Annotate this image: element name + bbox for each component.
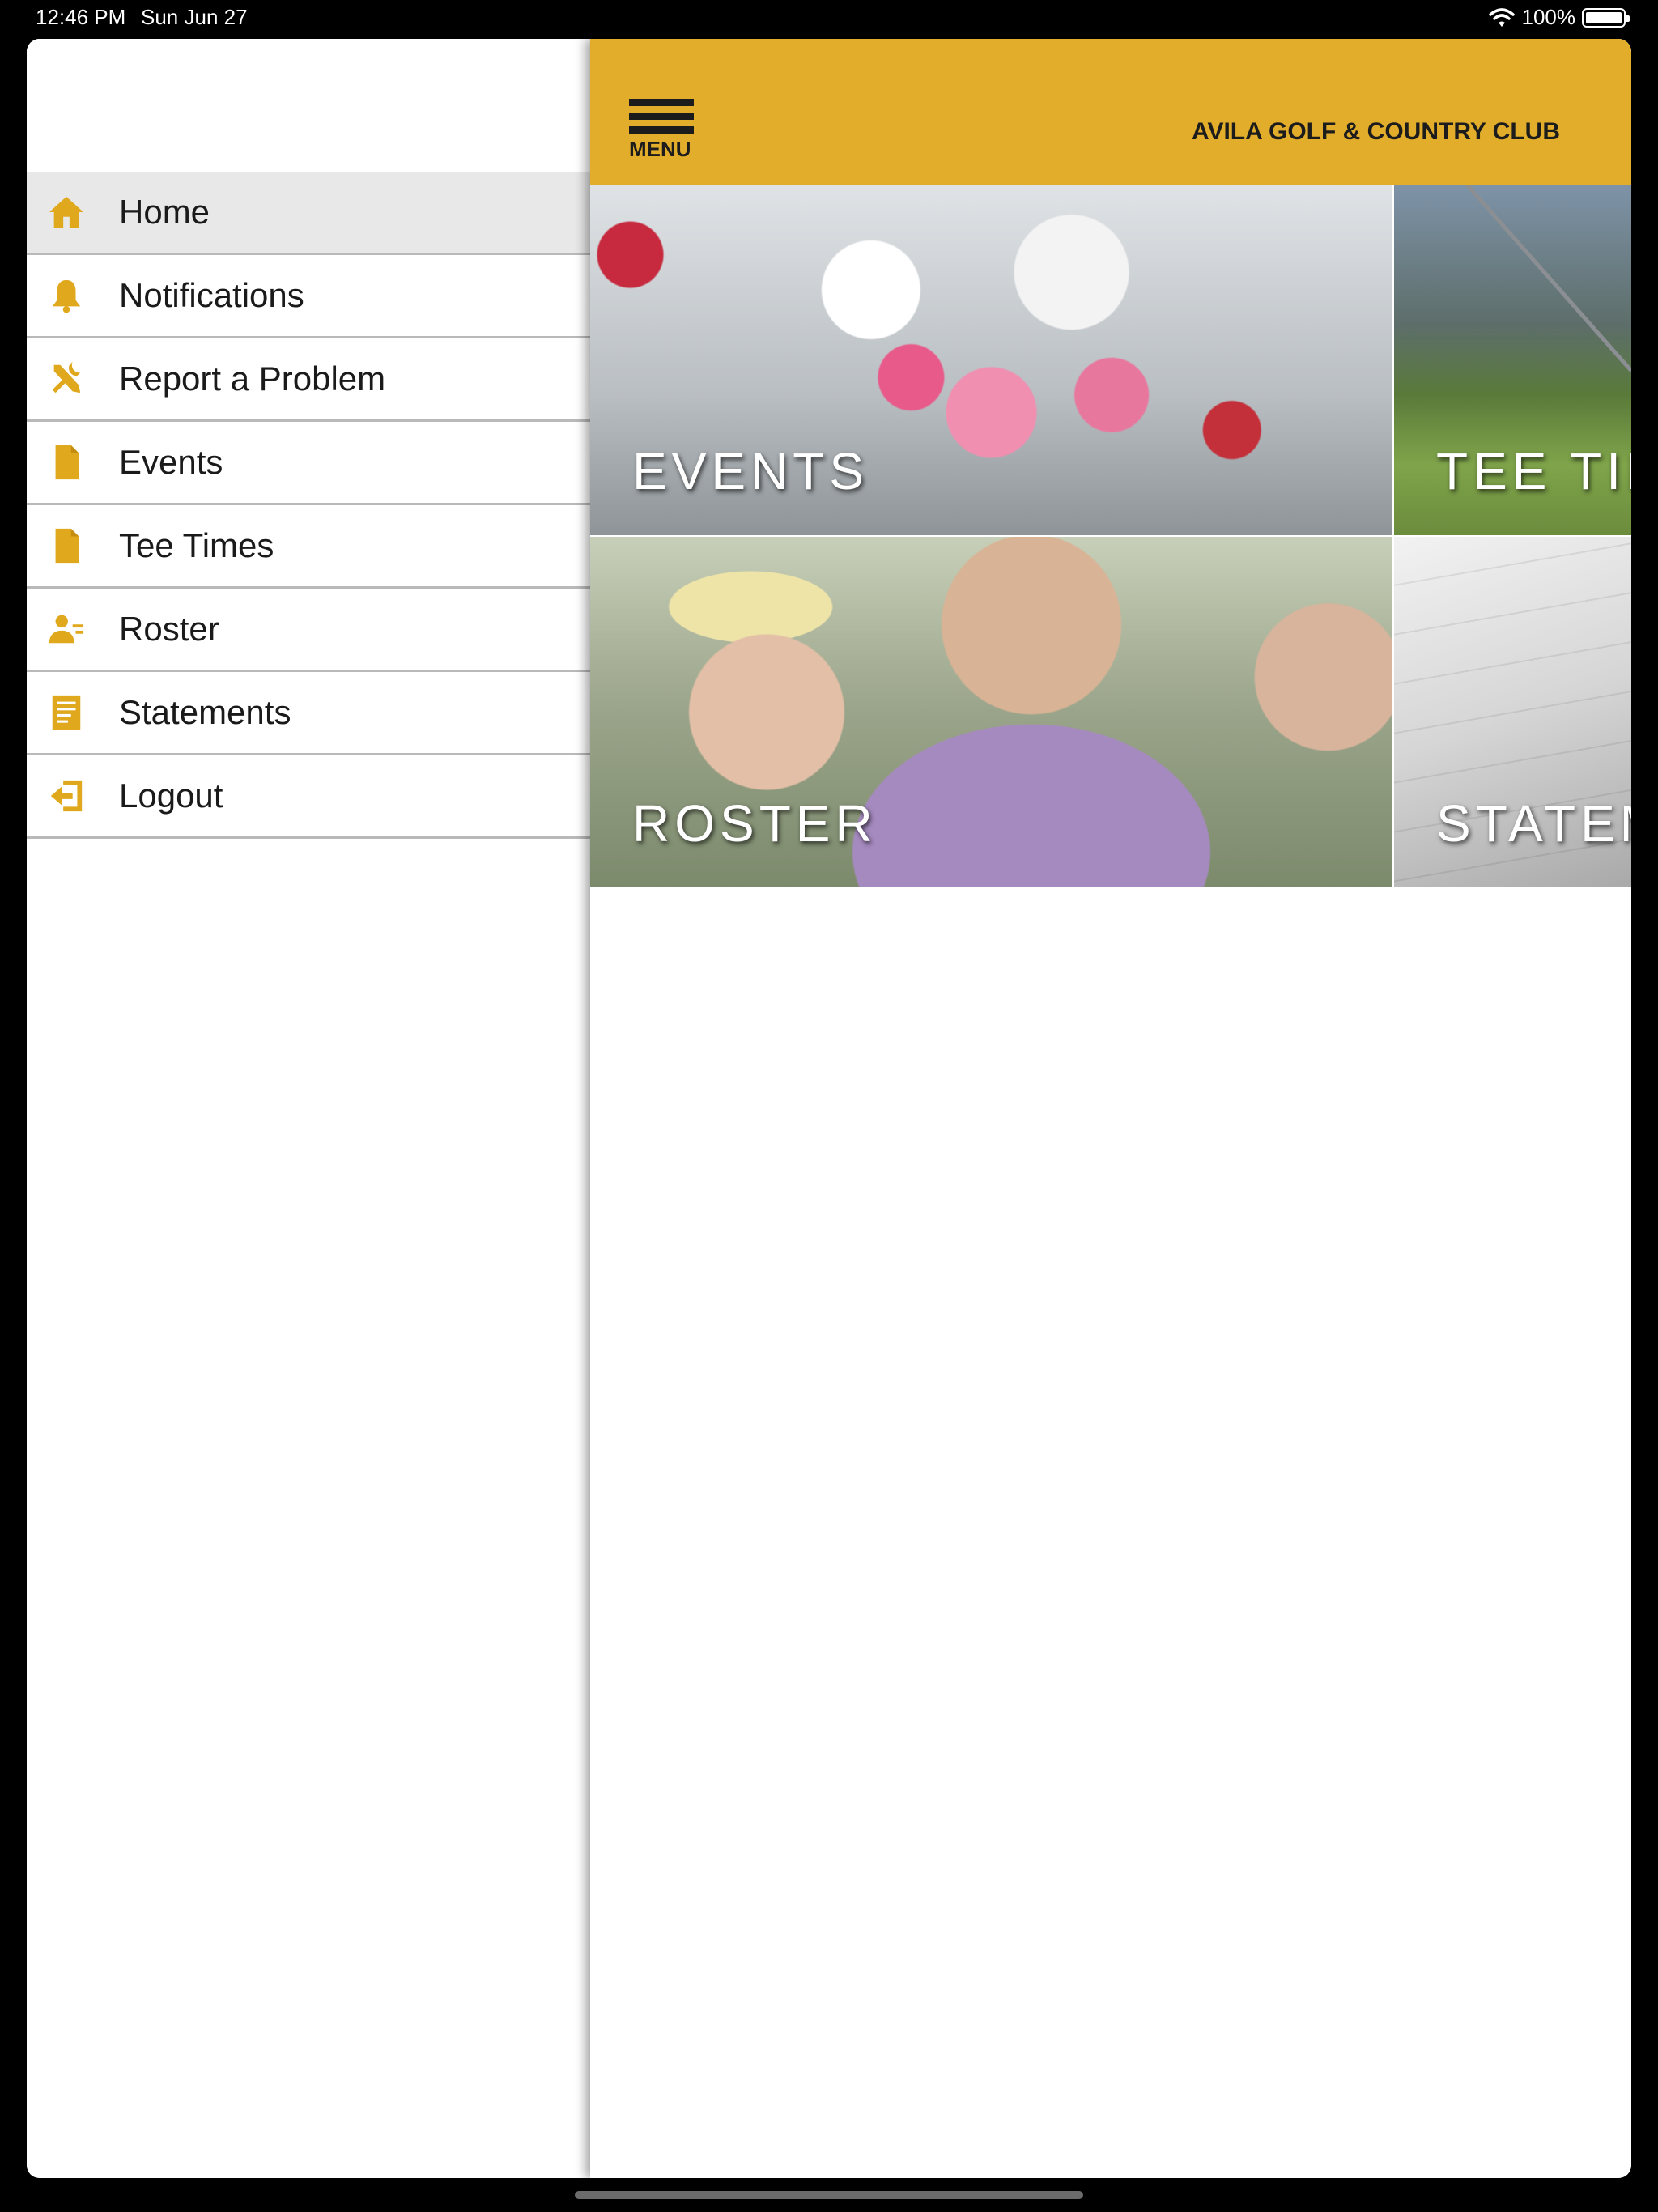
tile-roster[interactable]: ROSTER <box>590 537 1392 887</box>
nav-label: Roster <box>119 610 219 648</box>
wifi-icon <box>1488 7 1515 27</box>
nav-label: Notifications <box>119 276 304 314</box>
nav-item-report-problem[interactable]: Report a Problem <box>27 338 590 422</box>
nav-item-events[interactable]: Events <box>27 422 590 505</box>
bell-icon <box>46 275 87 316</box>
app-header: MENU AVILA GOLF & COUNTRY CLUB <box>590 39 1631 185</box>
tile-label: TEE TIM <box>1436 442 1631 500</box>
tile-events[interactable]: EVENTS <box>590 185 1392 535</box>
document-icon <box>46 442 87 483</box>
nav-item-statements[interactable]: Statements <box>27 672 590 755</box>
nav-label: Logout <box>119 776 223 815</box>
tile-label: ROSTER <box>632 794 878 853</box>
nav-label: Statements <box>119 693 291 731</box>
status-bar: 12:46 PM Sun Jun 27 100% <box>0 0 1658 36</box>
battery-percent: 100% <box>1521 5 1576 29</box>
nav-item-roster[interactable]: Roster <box>27 589 590 672</box>
tile-tee-times[interactable]: TEE TIM <box>1394 185 1631 535</box>
nav-item-tee-times[interactable]: Tee Times <box>27 505 590 589</box>
battery-icon <box>1582 7 1630 28</box>
nav-item-notifications[interactable]: Notifications <box>27 255 590 338</box>
nav-label: Tee Times <box>119 526 274 564</box>
status-time: 12:46 PM <box>36 5 126 29</box>
logout-icon <box>46 776 87 816</box>
tile-label: STATEM <box>1436 794 1631 853</box>
home-icon <box>46 192 87 232</box>
side-menu: Home Notifications Report a Problem Even… <box>27 39 590 2178</box>
nav-label: Report a Problem <box>119 359 386 398</box>
status-date: Sun Jun 27 <box>141 5 248 29</box>
home-tiles: EVENTS TEE TIM ROSTER STATEM <box>590 185 1631 887</box>
tile-statements[interactable]: STATEM <box>1394 537 1631 887</box>
menu-button[interactable]: MENU <box>629 99 697 167</box>
main-panel: MENU AVILA GOLF & COUNTRY CLUB EVENTS TE… <box>590 39 1631 2178</box>
nav-item-logout[interactable]: Logout <box>27 755 590 839</box>
club-title: AVILA GOLF & COUNTRY CLUB <box>1192 118 1560 145</box>
nav-label: Home <box>119 193 210 231</box>
tools-icon <box>46 359 87 399</box>
hamburger-icon <box>629 99 697 134</box>
document-icon <box>46 525 87 566</box>
nav-list: Home Notifications Report a Problem Even… <box>27 172 590 839</box>
statement-icon <box>46 692 87 733</box>
app-screen: Home Notifications Report a Problem Even… <box>27 39 1631 2178</box>
home-indicator[interactable] <box>575 2191 1083 2199</box>
status-indicators: 100% <box>1488 5 1630 30</box>
menu-label: MENU <box>629 137 691 161</box>
tile-label: EVENTS <box>632 442 869 500</box>
nav-item-home[interactable]: Home <box>27 172 590 255</box>
nav-label: Events <box>119 443 223 481</box>
user-list-icon <box>46 609 87 649</box>
